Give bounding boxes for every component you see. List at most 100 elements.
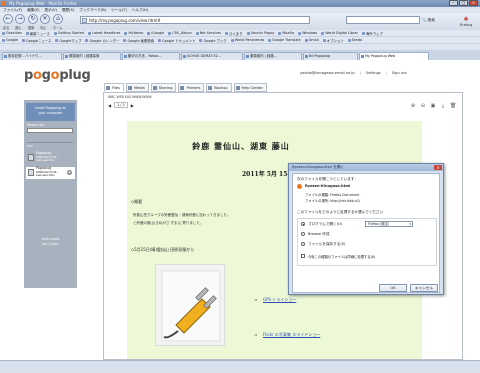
sidebar-search-input[interactable]: [27, 128, 73, 133]
bookmark-item[interactable]: Google ブック: [199, 38, 227, 43]
document-title: 鈴鹿 霊仙山、湖東 藤山: [192, 141, 290, 151]
device-item[interactable]: Pogoplug WWW.Vaio Ext4... Last seen Moo: [26, 151, 75, 164]
bookmark-item[interactable]: CRS_Album: [168, 31, 192, 35]
zoom-out-icon[interactable]: ⊖: [420, 103, 426, 109]
tab-printers[interactable]: Printers: [178, 83, 205, 92]
bookmark-icon: [88, 31, 92, 35]
bookmark-item[interactable]: Google Translate: [268, 38, 301, 42]
prev-page-icon[interactable]: ◀: [108, 103, 111, 108]
url-text: http://my.pogoplug.com/view.html#: [89, 18, 161, 23]
device-item-selected[interactable]: Pogoplug WWW.Vaio Ext4... Last seen Moo …: [26, 166, 75, 179]
gps-slideshow-link[interactable]: GPS トライショー: [263, 297, 296, 303]
application-select[interactable]: Firefox (既定) ▾: [365, 221, 413, 227]
download-icon[interactable]: ⤓: [440, 103, 446, 109]
reload-button[interactable]: ↻: [28, 14, 38, 24]
bookmark-item[interactable]: Google ドキュメント: [158, 38, 195, 43]
bookmark-icon: [53, 31, 57, 35]
tab-strip: 既存記録 - バイナウ... 乗換案内 | 経路探索 鶴沢の方言 - Yahoo..…: [0, 51, 480, 60]
cancel-button[interactable]: キャンセル: [410, 284, 438, 292]
dialog-filename: Ryozen-Kinugasa.html: [305, 184, 351, 188]
dialog-title: Ryozen-Kinugasa.html を開く: [289, 164, 443, 171]
close-window-button[interactable]: ×: [469, 0, 478, 6]
other-action-radio[interactable]: [301, 232, 305, 236]
bookmark-item[interactable]: Windows: [298, 31, 317, 35]
bookmark-item[interactable]: Googleマップ: [55, 38, 81, 43]
bookmark-item[interactable]: World Digital Librar: [321, 31, 358, 35]
bookmark-item[interactable]: Net Services: [195, 31, 221, 35]
zoom-in-icon[interactable]: ⊕: [410, 103, 416, 109]
browser-tab[interactable]: 鶴沢の方言 - Yahoo...: [122, 52, 180, 60]
browser-tab[interactable]: 乗換案内 | 経路...: [244, 52, 302, 60]
remember-checkbox[interactable]: [301, 254, 305, 258]
bookmark-item[interactable]: World Panoramas: [230, 38, 264, 42]
bookmark-item[interactable]: Google カレンダー: [85, 38, 119, 43]
bookmark-item[interactable]: MyYahoo: [124, 31, 143, 35]
save-file-radio[interactable]: [301, 242, 305, 246]
bookmark-item[interactable]: ひぐまり: [225, 31, 243, 36]
ok-button[interactable]: OK: [379, 284, 407, 292]
browser-tab[interactable]: 既存記録 - バイナウ...: [2, 52, 62, 60]
tab-favicon: [124, 55, 127, 58]
plugin-missing-image[interactable]: [155, 264, 225, 346]
dialog-close-button[interactable]: ×: [434, 165, 442, 170]
bookmark-icon: [195, 31, 199, 35]
stop-button[interactable]: ✕: [40, 14, 50, 24]
bookmark-item[interactable]: Gmail: [304, 38, 319, 42]
browser-tab[interactable]: SCHIVE GEMAT E2...: [181, 52, 243, 60]
flickr-slideshow-link[interactable]: Flickr の写真集 スライドショー: [263, 332, 320, 338]
install-pogoplug-button[interactable]: Install Pogoplug on your computer: [26, 103, 75, 121]
browser-tab[interactable]: 乗換案内 | 経路探索: [63, 52, 121, 60]
bookmark-item[interactable]: Mozilla: [278, 31, 294, 35]
url-input[interactable]: http://my.pogoplug.com/view.html#: [80, 16, 310, 24]
arrow-left-icon: ←: [5, 15, 11, 22]
bookmark-item[interactable]: 最新ニュース: [25, 31, 50, 36]
bookmark-item[interactable]: 海外ウェブ: [361, 31, 383, 36]
tab-backup[interactable]: Backup: [206, 83, 232, 92]
minimize-button[interactable]: –: [449, 0, 458, 6]
bookmarks-toolbar: Geocities 最新ニュース Getting Started Latest Hea…: [0, 30, 480, 37]
status-bar: [0, 360, 480, 373]
help-icon: [235, 86, 240, 90]
home-button[interactable]: ⌂: [53, 14, 63, 24]
tab-sharing[interactable]: Sharing: [150, 83, 177, 92]
eject-icon[interactable]: ⏏: [67, 170, 72, 175]
bookmark-icon: [225, 31, 229, 35]
tab-files[interactable]: Files: [104, 83, 124, 92]
bookmark-item[interactable]: Google: [2, 38, 18, 42]
settings-link[interactable]: Settings: [366, 71, 381, 75]
browser-tab[interactable]: My Pogoplug Web: [359, 52, 429, 60]
tab-favicon: [183, 55, 186, 58]
bookmark-item[interactable]: Ubuntu Pappy: [246, 31, 274, 35]
maximize-button[interactable]: □: [459, 0, 468, 6]
fit-page-icon[interactable]: ▣: [430, 103, 436, 109]
next-page-icon[interactable]: ▶: [131, 103, 134, 108]
bookmark-item[interactable]: Googleニュース: [21, 38, 51, 43]
tab-media[interactable]: Media: [125, 83, 149, 92]
tab-help-center[interactable]: Help Center: [233, 83, 267, 92]
bookmark-item[interactable]: Geocities: [2, 31, 22, 35]
bookmark-item[interactable]: オプション: [322, 38, 344, 43]
bookmark-icon: [158, 38, 162, 42]
back-button[interactable]: ←: [3, 14, 13, 24]
bookmark-item[interactable]: Google 画像検索: [123, 38, 154, 43]
open-with-radio[interactable]: [301, 222, 305, 226]
bookmark-item[interactable]: Sendo: [347, 38, 362, 42]
browser-tab[interactable]: Bd Pogoplug: [303, 52, 358, 60]
bookmark-icon: [321, 31, 325, 35]
search-input[interactable]: [346, 16, 420, 24]
other-action-label: Browse 作成: [308, 232, 330, 236]
bookmark-item[interactable]: Latest Headlines: [88, 31, 120, 35]
signout-link[interactable]: Sign out: [392, 71, 407, 75]
view-mode-toggle[interactable]: list | icons: [24, 242, 77, 247]
stop-icon: ✕: [42, 15, 48, 22]
pogoplug-logo[interactable]: pogoplug: [24, 68, 91, 83]
forward-button[interactable]: →: [15, 14, 25, 24]
tab-favicon: [246, 55, 249, 58]
delete-icon[interactable]: 🗑: [450, 103, 456, 109]
firebug-button[interactable]: ✱ Firebug: [454, 16, 478, 28]
search-button[interactable]: 🔍 検索: [422, 16, 452, 24]
user-bar: yosida@kanagawa.email.ne.jp | Settings |…: [300, 71, 407, 75]
bookmark-item[interactable]: iGoogle: [147, 31, 164, 35]
google-toolbar: Google Googleニュース Googleマップ Google カレンダー Goo…: [0, 37, 480, 44]
bookmark-item[interactable]: Getting Started: [53, 31, 84, 35]
